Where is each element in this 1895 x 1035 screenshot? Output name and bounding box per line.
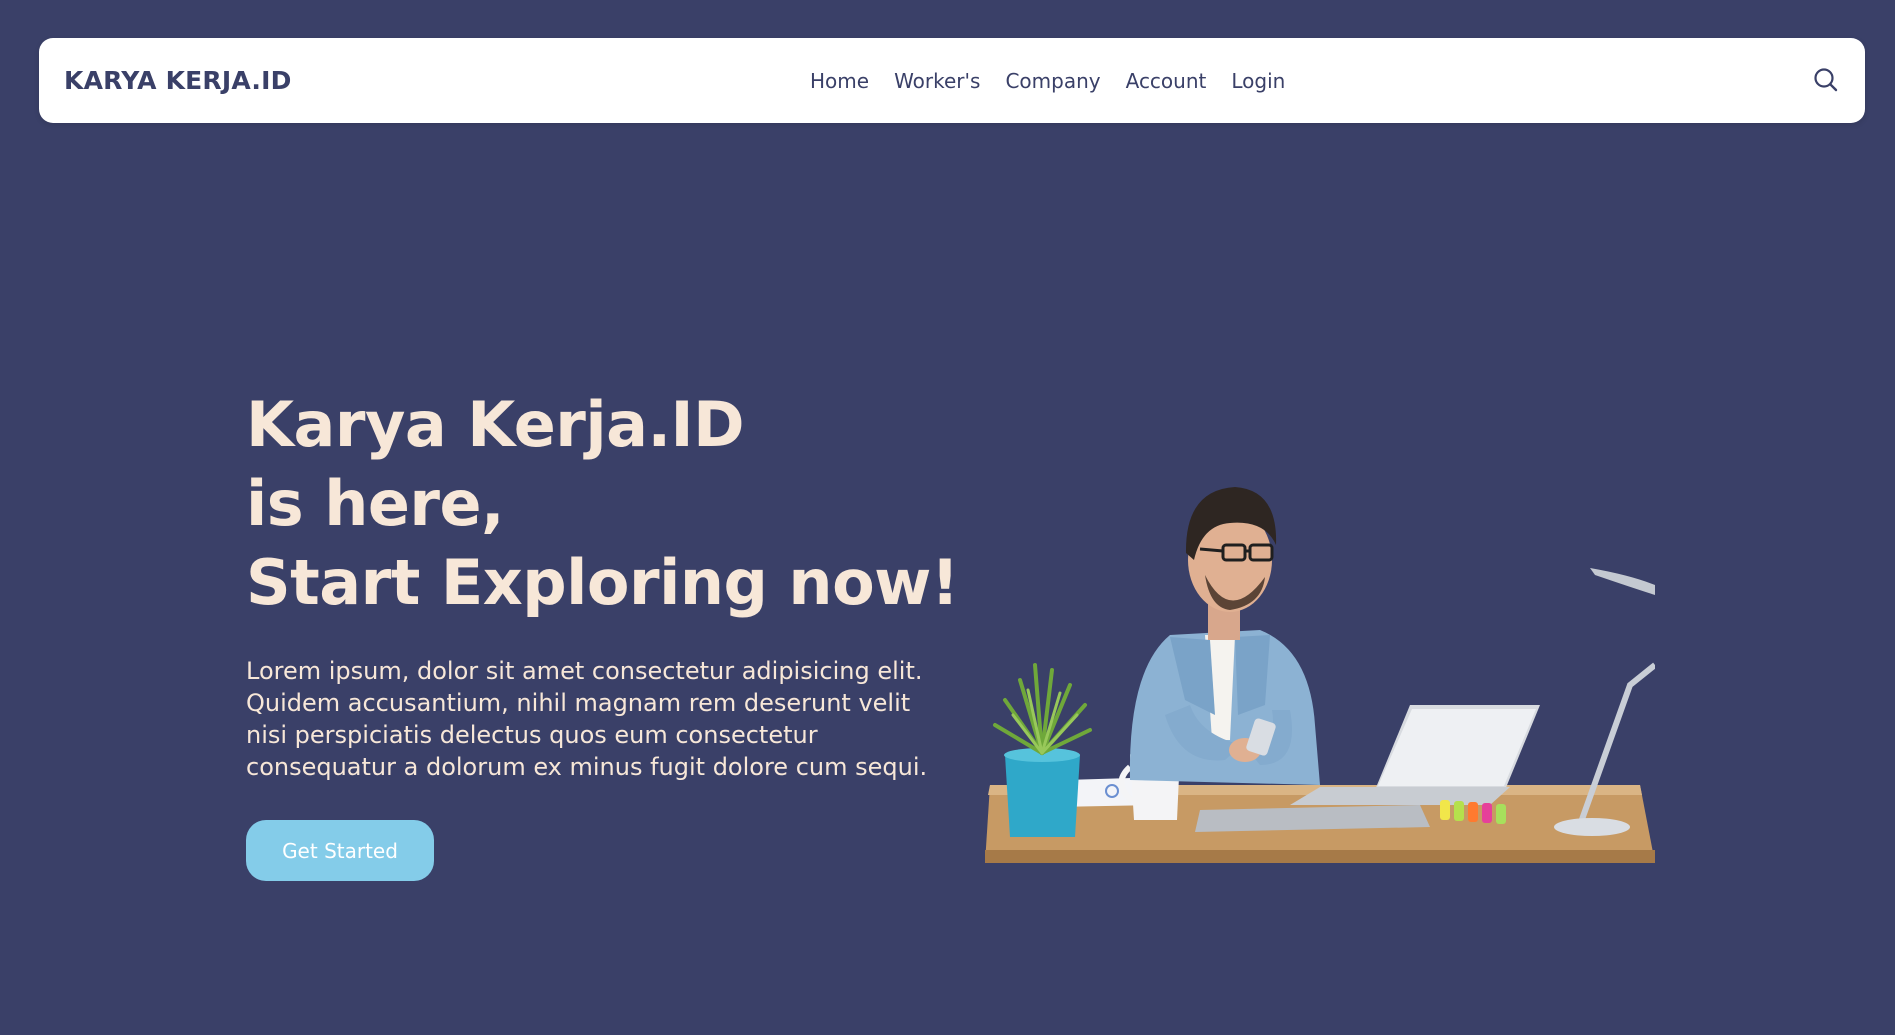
- hero-title-line: Start Exploring now!: [246, 546, 959, 619]
- hero-title: Karya Kerja.ID is here, Start Exploring …: [246, 385, 959, 622]
- hero-title-line: Karya Kerja.ID: [246, 388, 745, 461]
- hero-title-line: is here,: [246, 467, 505, 540]
- nav-link-login[interactable]: Login: [1231, 69, 1285, 93]
- nav-links: Home Worker's Company Account Login: [810, 38, 1285, 123]
- get-started-button[interactable]: Get Started: [246, 820, 434, 881]
- nav-link-home[interactable]: Home: [810, 69, 869, 93]
- nav-link-account[interactable]: Account: [1126, 69, 1207, 93]
- nav-link-workers[interactable]: Worker's: [894, 69, 980, 93]
- nav-link-company[interactable]: Company: [1005, 69, 1100, 93]
- search-icon[interactable]: [1812, 66, 1840, 94]
- hero-description: Lorem ipsum, dolor sit amet consectetur …: [246, 657, 928, 781]
- brand-logo[interactable]: KARYA KERJA.ID: [64, 38, 292, 123]
- navbar: KARYA KERJA.ID Home Worker's Company Acc…: [39, 38, 1865, 123]
- hero-image: [980, 465, 1655, 863]
